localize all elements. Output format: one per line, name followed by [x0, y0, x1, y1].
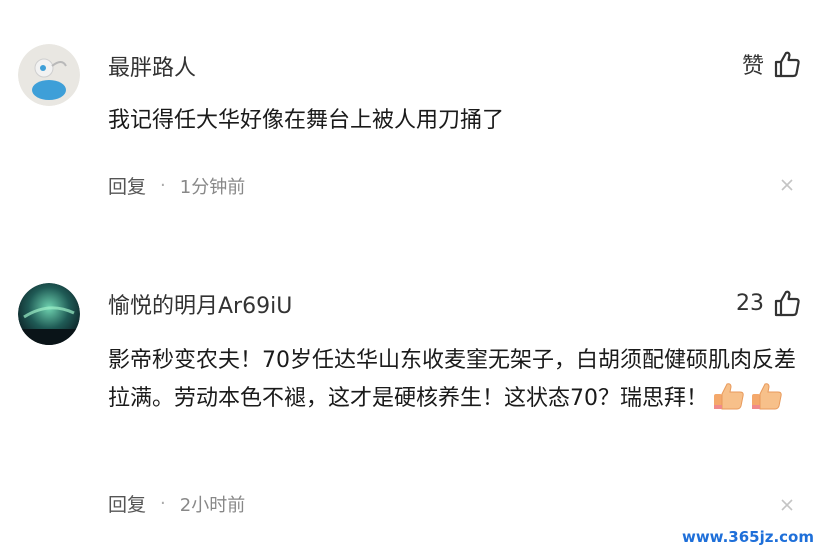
thumbs-up-emoji-icon — [714, 383, 744, 410]
timestamp: 2小时前 — [179, 494, 246, 516]
comment-item: 愉悦的明月Ar69iU 23 影帝秒变农夫！70岁任达华山东收麦窐无架子，白胡须… — [0, 0, 822, 516]
like-count: 23 — [736, 290, 764, 316]
comment-text: 影帝秒变农夫！70岁任达华山东收麦窐无架子，白胡须配健硕肌肉反差拉满。劳动本色不… — [108, 342, 798, 418]
avatar[interactable] — [18, 283, 80, 345]
avatar-image — [18, 283, 80, 345]
thumbs-up-emoji-icon — [752, 383, 782, 410]
watermark: www.365jz.com — [681, 528, 814, 546]
separator: · — [160, 493, 166, 514]
like-button[interactable]: 23 — [736, 288, 802, 318]
comment-text-body: 影帝秒变农夫！70岁任达华山东收麦窐无架子，白胡须配健硕肌肉反差拉满。劳动本色不… — [108, 348, 796, 411]
username[interactable]: 愉悦的明月Ar69iU — [108, 288, 292, 320]
reply-button[interactable]: 回复 — [108, 490, 146, 517]
thumbs-up-icon — [774, 290, 800, 317]
comment-meta: 回复 · 2小时前 — [108, 490, 245, 517]
close-icon[interactable] — [780, 498, 794, 512]
